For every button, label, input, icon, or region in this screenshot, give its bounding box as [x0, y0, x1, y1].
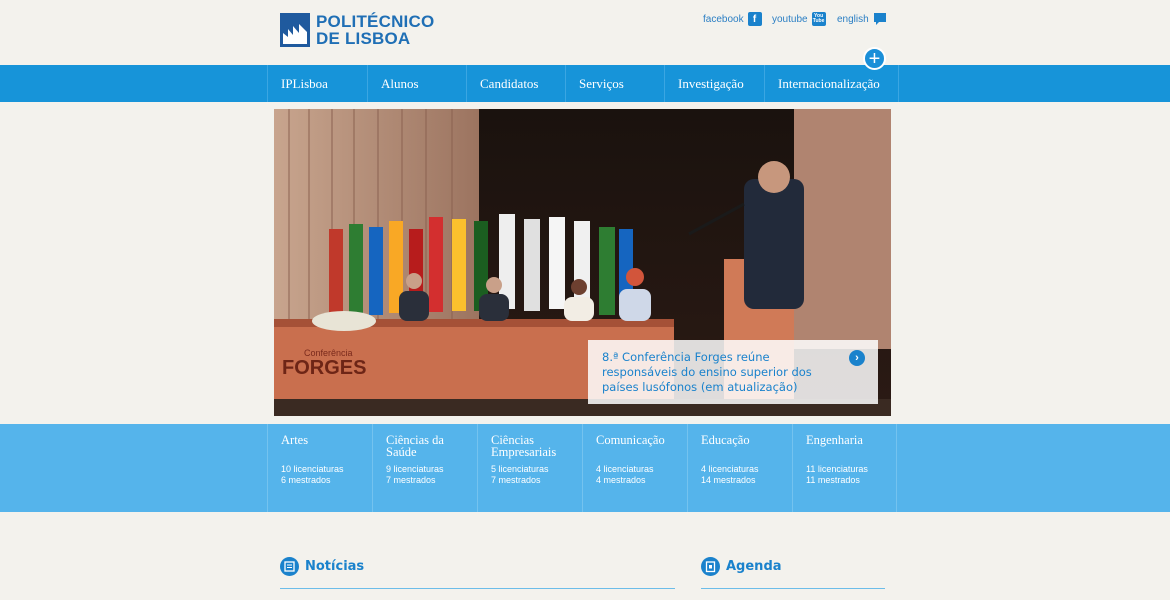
site-logo[interactable]: POLITÉCNICO DE LISBOA — [280, 13, 434, 47]
facebook-label: facebook — [703, 13, 744, 25]
chevron-right-icon[interactable]: › — [849, 350, 865, 366]
nav-item-candidatos[interactable]: Candidatos — [466, 65, 565, 102]
school-mestrados: 7 mestrados — [386, 474, 436, 485]
school-mestrados: 11 mestrados — [806, 474, 860, 485]
school-name: Comunicação — [596, 433, 665, 447]
noticias-divider — [280, 588, 675, 589]
school-licenciaturas: 11 licenciaturas — [806, 464, 868, 474]
youtube-icon: You Tube — [811, 12, 826, 26]
newspaper-icon — [280, 557, 299, 576]
nav-items: IPLisboa Alunos Candidatos Serviços Inve… — [267, 65, 899, 102]
school-artes[interactable]: Artes 10 licenciaturas 6 mestrados — [267, 424, 372, 512]
nav-item-servicos[interactable]: Serviços — [565, 65, 664, 102]
school-name: Ciências da Saúde — [386, 433, 444, 459]
school-ciencias-empresariais[interactable]: Ciências Empresariais 5 licenciaturas 7 … — [477, 424, 582, 512]
hero-caption[interactable]: 8.ª Conferência Forges reúne responsávei… — [588, 340, 878, 404]
school-mestrados: 4 mestrados — [596, 474, 646, 485]
facebook-link[interactable]: facebook f — [703, 12, 762, 26]
logo-line-1: POLITÉCNICO — [316, 12, 435, 31]
school-comunicacao[interactable]: Comunicação 4 licenciaturas 4 mestrados — [582, 424, 687, 512]
speech-bubble-icon — [873, 12, 887, 26]
english-link[interactable]: english — [837, 12, 887, 26]
school-mestrados: 7 mestrados — [491, 474, 541, 485]
school-licenciaturas: 4 licenciaturas — [596, 464, 654, 474]
school-mestrados: 6 mestrados — [281, 474, 331, 485]
school-mestrados: 14 mestrados — [701, 474, 756, 485]
school-name: Ciências Empresariais — [491, 433, 557, 459]
school-licenciaturas: 9 licenciaturas — [386, 464, 444, 474]
agenda-title: Agenda — [726, 559, 782, 574]
school-name: Artes — [281, 433, 309, 447]
schools-band: Artes 10 licenciaturas 6 mestrados Ciênc… — [0, 424, 1170, 512]
noticias-heading[interactable]: Notícias — [280, 557, 364, 576]
main-nav: IPLisboa Alunos Candidatos Serviços Inve… — [0, 65, 1170, 102]
school-name: Engenharia — [806, 433, 863, 447]
expand-plus-button[interactable]: + — [863, 47, 886, 70]
calendar-icon — [701, 557, 720, 576]
youtube-link[interactable]: youtube You Tube — [772, 12, 826, 26]
nav-item-investigacao[interactable]: Investigação — [664, 65, 764, 102]
school-licenciaturas: 5 licenciaturas — [491, 464, 549, 474]
youtube-label: youtube — [772, 13, 808, 25]
school-licenciaturas: 4 licenciaturas — [701, 464, 759, 474]
school-list: Artes 10 licenciaturas 6 mestrados Ciênc… — [267, 424, 897, 512]
school-licenciaturas: 10 licenciaturas — [281, 464, 344, 474]
school-educacao[interactable]: Educação 4 licenciaturas 14 mestrados — [687, 424, 792, 512]
nav-item-iplisboa[interactable]: IPLisboa — [267, 65, 367, 102]
banner-title: FORGES — [282, 357, 366, 379]
school-name: Educação — [701, 433, 750, 447]
school-engenharia[interactable]: Engenharia 11 licenciaturas 11 mestrados — [792, 424, 897, 512]
agenda-divider — [701, 588, 885, 589]
nav-item-alunos[interactable]: Alunos — [367, 65, 466, 102]
facebook-icon: f — [747, 12, 762, 26]
logo-text: POLITÉCNICO DE LISBOA — [316, 13, 434, 47]
hero-caption-text[interactable]: 8.ª Conferência Forges reúne responsávei… — [602, 350, 834, 395]
nav-item-internacionalizacao[interactable]: Internacionalização — [764, 65, 899, 102]
site-header: POLITÉCNICO DE LISBOA facebook f youtube… — [0, 0, 1170, 65]
logo-mark-icon — [280, 13, 310, 47]
noticias-title: Notícias — [305, 559, 365, 574]
agenda-heading[interactable]: Agenda — [701, 557, 782, 576]
school-ciencias-saude[interactable]: Ciências da Saúde 9 licenciaturas 7 mest… — [372, 424, 477, 512]
logo-line-2: DE LISBOA — [316, 29, 411, 48]
english-label: english — [837, 13, 869, 25]
